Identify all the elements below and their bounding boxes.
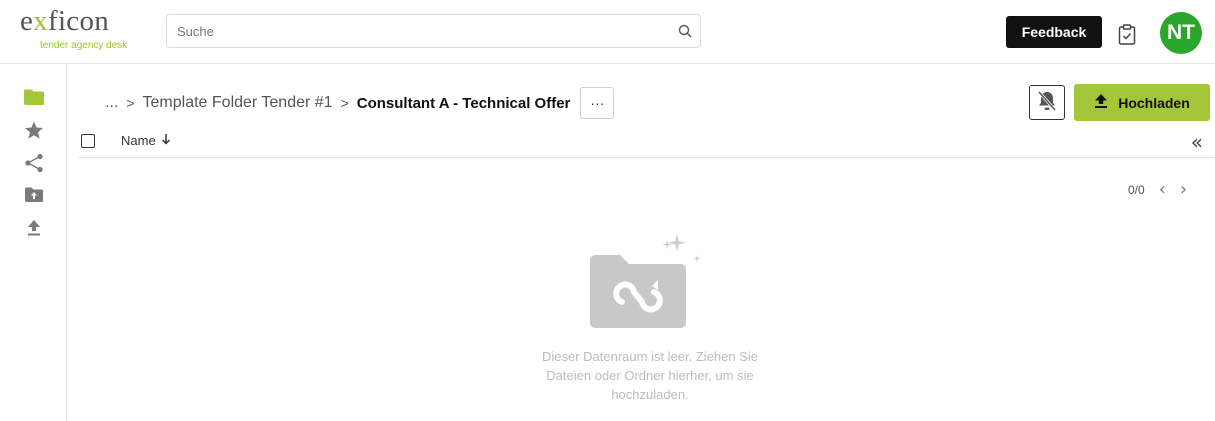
pagination-count: 0/0 — [1128, 182, 1145, 197]
breadcrumb-ellipsis[interactable]: ... — [105, 94, 118, 112]
search-box — [166, 14, 701, 48]
folder-icon[interactable] — [23, 86, 45, 108]
select-all-checkbox[interactable] — [81, 134, 95, 148]
breadcrumb-parent[interactable]: Template Folder Tender #1 — [143, 94, 333, 112]
logo-tagline: tender agency desk — [40, 40, 128, 51]
app-header: exficon tender agency desk Feedback NT — [0, 0, 1215, 64]
search-input[interactable] — [167, 16, 670, 46]
logo[interactable]: exficon tender agency desk — [20, 5, 127, 51]
file-list-header: Name « — [78, 128, 1215, 158]
chevron-right-icon[interactable]: › — [1180, 179, 1187, 200]
upload-button[interactable]: Hochladen — [1074, 84, 1210, 121]
avatar[interactable]: NT — [1160, 12, 1202, 54]
bell-off-icon — [1037, 90, 1057, 115]
empty-folder-illustration — [590, 234, 701, 328]
breadcrumb-current: Consultant A - Technical Offer — [356, 94, 571, 112]
breadcrumb-separator: > — [340, 95, 349, 111]
upload-icon[interactable] — [23, 217, 45, 239]
breadcrumb-separator: > — [126, 95, 135, 111]
search-icon[interactable] — [670, 24, 700, 38]
share-icon[interactable] — [23, 152, 45, 174]
pagination: 0/0 ‹ › — [1128, 179, 1187, 200]
breadcrumb: ... > Template Folder Tender #1 > Consul… — [105, 86, 615, 120]
more-options-button[interactable]: ··· — [580, 87, 615, 119]
upload-button-label: Hochladen — [1118, 94, 1190, 111]
chevron-left-icon[interactable]: ‹ — [1159, 179, 1166, 200]
sidebar — [0, 64, 67, 421]
column-header-name[interactable]: Name — [121, 133, 171, 148]
clipboard-check-icon[interactable] — [1117, 23, 1137, 47]
notifications-off-button[interactable] — [1029, 85, 1065, 120]
collapse-panel-icon[interactable]: « — [1191, 130, 1203, 154]
folder-upload-icon[interactable] — [23, 184, 45, 206]
arrow-down-icon — [161, 133, 171, 148]
logo-wordmark: exficon — [20, 5, 110, 37]
star-icon[interactable] — [23, 119, 45, 141]
feedback-button[interactable]: Feedback — [1006, 16, 1102, 48]
upload-icon — [1094, 93, 1108, 112]
empty-state-message: Dieser Datenraum ist leer. Ziehen Sie Da… — [541, 349, 759, 402]
